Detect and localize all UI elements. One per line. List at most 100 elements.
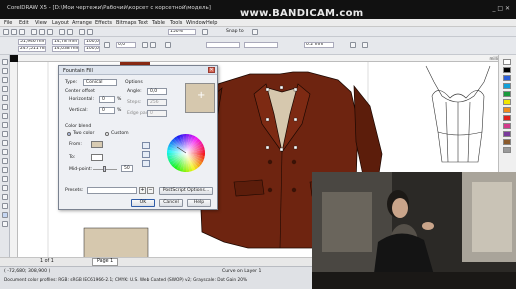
dialog-title-bar[interactable]: Fountain Fill ✕ — [59, 66, 217, 75]
paste-icon[interactable] — [47, 29, 53, 35]
shape-tool-icon[interactable] — [2, 68, 8, 74]
lock-ratio-icon[interactable] — [104, 42, 110, 48]
save-icon[interactable] — [19, 29, 25, 35]
swatch-white[interactable] — [503, 59, 511, 65]
wrap-text-icon[interactable] — [350, 42, 356, 48]
type-dropdown[interactable]: Conical — [83, 79, 117, 86]
text-tool-icon[interactable] — [2, 149, 8, 155]
blend-tool-icon[interactable] — [2, 185, 8, 191]
interactive-fill-icon[interactable] — [2, 221, 8, 227]
export-icon[interactable] — [87, 29, 93, 35]
page-tab[interactable]: Page 1 — [92, 258, 119, 266]
menu-view[interactable]: View — [35, 20, 47, 26]
swatch-cyan[interactable] — [503, 83, 511, 89]
cut-icon[interactable] — [31, 29, 37, 35]
swatch-red[interactable] — [503, 115, 511, 121]
swatch-yellow[interactable] — [503, 99, 511, 105]
import-icon[interactable] — [79, 29, 85, 35]
copy-icon[interactable] — [39, 29, 45, 35]
vertical-field[interactable]: 0 — [99, 107, 115, 114]
cancel-button[interactable]: Cancel — [159, 199, 183, 207]
redo-icon[interactable] — [67, 29, 73, 35]
ok-button[interactable]: OK — [131, 199, 155, 207]
midpoint-slider-handle[interactable] — [103, 166, 106, 172]
horizontal-ruler[interactable]: millimeters — [18, 55, 516, 62]
menu-arrange[interactable]: Arrange — [72, 20, 92, 26]
ellipse-tool-icon[interactable] — [2, 122, 8, 128]
close-icon[interactable]: ✕ — [208, 67, 215, 73]
scale-y-field[interactable]: 100,0 — [84, 46, 100, 52]
rectangle-tool-icon[interactable] — [2, 113, 8, 119]
new-doc-icon[interactable] — [3, 29, 9, 35]
freehand-tool-icon[interactable] — [2, 95, 8, 101]
line-start-dropdown[interactable] — [206, 42, 240, 48]
to-curves-icon[interactable] — [165, 42, 171, 48]
basic-shapes-icon[interactable] — [2, 140, 8, 146]
y-position-field[interactable]: 247,511 mm — [18, 46, 46, 52]
height-field[interactable]: 14,038 mm — [52, 46, 79, 52]
midpoint-field[interactable]: 50 — [121, 165, 133, 172]
undo-icon[interactable] — [59, 29, 65, 35]
edge-pad-field[interactable]: 0 — [147, 110, 167, 117]
snap-to-dropdown[interactable]: Snap to — [226, 29, 244, 34]
options-icon[interactable] — [252, 29, 258, 35]
dimension-tool-icon[interactable] — [2, 167, 8, 173]
blend-line-icon[interactable] — [142, 142, 150, 149]
menu-table[interactable]: Table — [152, 20, 165, 26]
table-tool-icon[interactable] — [2, 158, 8, 164]
help-button[interactable]: Help — [187, 199, 211, 207]
window-controls[interactable]: _ □ ✕ — [492, 5, 510, 12]
swatch-magenta[interactable] — [503, 123, 511, 129]
smart-fill-icon[interactable] — [2, 104, 8, 110]
vertical-ruler[interactable] — [10, 62, 18, 257]
custom-radio[interactable] — [105, 132, 109, 136]
zoom-level-field[interactable]: 150% — [168, 29, 196, 35]
mirror-h-icon[interactable] — [142, 42, 148, 48]
to-color-picker[interactable] — [91, 154, 103, 161]
x-position-field[interactable]: 51,946 mm — [18, 39, 46, 45]
fill-preview[interactable]: + — [185, 83, 215, 113]
swatch-blue[interactable] — [503, 75, 511, 81]
swatch-green[interactable] — [503, 91, 511, 97]
swatch-orange[interactable] — [503, 107, 511, 113]
postscript-options-button[interactable]: PostScript Options... — [159, 187, 213, 195]
add-preset-icon[interactable]: + — [139, 187, 146, 194]
menu-text[interactable]: Text — [138, 20, 148, 26]
outline-tool-icon[interactable] — [2, 203, 8, 209]
from-color-picker[interactable] — [91, 141, 103, 148]
angle-field[interactable]: 0,0 — [147, 88, 167, 95]
steps-field[interactable]: 256 — [147, 99, 167, 106]
menu-layout[interactable]: Layout — [52, 20, 69, 26]
eyedropper-icon[interactable] — [2, 194, 8, 200]
mirror-v-icon[interactable] — [150, 42, 156, 48]
blend-ccw-icon[interactable] — [142, 151, 150, 158]
remove-preset-icon[interactable]: − — [147, 187, 154, 194]
width-field[interactable]: 14,78 mm — [52, 39, 79, 45]
to-front-icon[interactable] — [362, 42, 368, 48]
rotation-field[interactable]: 0,0 — [116, 42, 136, 48]
polygon-tool-icon[interactable] — [2, 131, 8, 137]
color-wheel[interactable] — [165, 132, 207, 174]
swatch-black[interactable] — [503, 67, 511, 73]
presets-dropdown[interactable] — [87, 187, 137, 194]
menu-tools[interactable]: Tools — [170, 20, 182, 26]
menu-help[interactable]: Help — [206, 20, 217, 26]
swatch-gray[interactable] — [503, 147, 511, 153]
menu-bitmaps[interactable]: Bitmaps — [116, 20, 137, 26]
zoom-tool-icon[interactable] — [2, 86, 8, 92]
scale-x-field[interactable]: 100,0 — [84, 39, 100, 45]
horizontal-field[interactable]: 0 — [99, 96, 115, 103]
line-style-dropdown[interactable] — [244, 42, 278, 48]
pick-tool-icon[interactable] — [2, 59, 8, 65]
menu-window[interactable]: Window — [186, 20, 206, 26]
blend-cw-icon[interactable] — [142, 160, 150, 167]
swatch-purple[interactable] — [503, 131, 511, 137]
outline-width-field[interactable]: 0.2 mm — [304, 42, 334, 48]
menu-effects[interactable]: Effects — [95, 20, 112, 26]
open-icon[interactable] — [11, 29, 17, 35]
full-screen-icon[interactable] — [202, 29, 208, 35]
menu-file[interactable]: File — [4, 20, 12, 26]
menu-edit[interactable]: Edit — [19, 20, 29, 26]
swatch-brown[interactable] — [503, 139, 511, 145]
fill-tool-icon[interactable] — [2, 212, 8, 218]
